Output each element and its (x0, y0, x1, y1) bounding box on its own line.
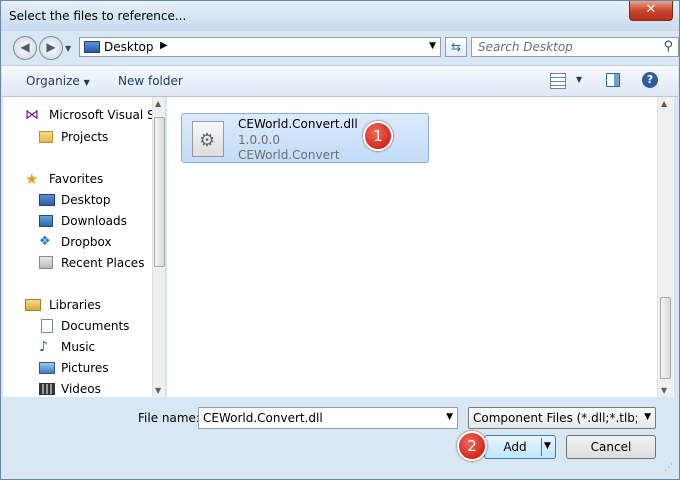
nav-item-label: Desktop (61, 193, 111, 207)
new-folder-button[interactable]: New folder (118, 74, 183, 88)
address-bar: ◀ ▶ ▼ Desktop ▶ ▼ ⇆ Search Desktop ⚲ (9, 35, 679, 61)
folder-icon (39, 131, 53, 143)
command-toolbar: Organize ▼ New folder ▼ ? (2, 65, 678, 97)
file-item-version: 1.0.0.0 (238, 133, 280, 147)
nav-item-label: Recent Places (61, 256, 145, 270)
file-name-input[interactable]: CEWorld.Convert.dll ▼ (198, 407, 458, 429)
desktop-icon (84, 41, 100, 53)
scrollbar-thumb[interactable] (154, 117, 165, 267)
nav-item-label: Pictures (61, 361, 109, 375)
file-name-value[interactable]: CEWorld.Convert.dll (203, 411, 323, 425)
title-bar: Select the files to reference... ✕ (1, 1, 679, 31)
dll-gear-icon: ⚙ (192, 121, 224, 157)
refresh-button[interactable]: ⇆ (445, 37, 467, 57)
nav-item-label: Dropbox (61, 235, 112, 249)
scrollbar-thumb[interactable] (660, 297, 671, 379)
scroll-down-icon[interactable]: ▼ (155, 386, 161, 395)
nav-item-label: Downloads (61, 214, 127, 228)
address-field[interactable]: Desktop ▶ ▼ (79, 37, 441, 57)
add-button[interactable]: Add ▼ (484, 435, 556, 459)
scroll-down-icon[interactable]: ▼ (661, 386, 667, 395)
documents-icon (41, 319, 53, 333)
pictures-icon (39, 362, 55, 374)
file-item-name: CEWorld.Convert.dll (238, 117, 358, 131)
window-title: Select the files to reference... (9, 9, 187, 23)
organize-button[interactable]: Organize ▼ (26, 74, 90, 88)
recent-locations-dropdown-icon[interactable]: ▼ (65, 44, 71, 53)
file-type-select[interactable]: Component Files (*.dll;*.tlb;*.ol ▼ (468, 407, 656, 429)
recent-places-icon (39, 256, 53, 269)
dropbox-icon: ❖ (39, 234, 51, 249)
arrow-right-icon: ▶ (46, 40, 56, 54)
nav-item-label: Documents (61, 319, 130, 333)
step-badge-1: 1 (363, 121, 393, 151)
file-list-scrollbar[interactable]: ▲ ▼ (657, 97, 674, 397)
scroll-up-icon[interactable]: ▲ (661, 99, 667, 108)
desktop-icon (39, 194, 55, 206)
chevron-down-icon[interactable]: ▼ (544, 441, 551, 451)
search-input[interactable]: Search Desktop ⚲ (471, 37, 679, 57)
organize-label: Organize (26, 74, 80, 88)
nav-item-label: Microsoft Visual St (49, 108, 160, 122)
navigation-scrollbar[interactable]: ▲ ▼ (152, 97, 165, 397)
step-badge-2: 2 (457, 431, 487, 461)
close-icon: ✕ (645, 2, 657, 17)
help-icon[interactable]: ? (642, 72, 658, 88)
chevron-down-icon[interactable]: ▼ (446, 412, 453, 422)
close-button[interactable]: ✕ (629, 1, 673, 21)
videos-icon (39, 383, 55, 395)
chevron-down-icon[interactable]: ▼ (576, 75, 582, 84)
arrow-left-icon: ◀ (20, 40, 30, 54)
nav-item-label: Music (61, 340, 96, 354)
nav-item-label: Videos (61, 382, 101, 396)
preview-pane-icon[interactable] (606, 73, 620, 87)
scroll-up-icon[interactable]: ▲ (155, 99, 161, 108)
file-list-pane: ⚙ CEWorld.Convert.dll 1.0.0.0 CEWorld.Co… (167, 97, 657, 397)
navigation-pane: ⋈ Microsoft Visual St Projects ★ Favorit… (3, 97, 166, 397)
music-icon: ♪ (39, 339, 48, 355)
chevron-right-icon[interactable]: ▶ (160, 40, 168, 51)
cancel-button[interactable]: Cancel (566, 435, 656, 459)
nav-item-label: Favorites (49, 172, 104, 186)
file-type-value: Component Files (*.dll;*.tlb;*.ol (473, 411, 637, 425)
file-name-label: File name: (138, 411, 200, 425)
chevron-down-icon: ▼ (83, 78, 90, 87)
address-location[interactable]: Desktop (104, 40, 154, 54)
downloads-icon (39, 215, 53, 227)
nav-item-label: Libraries (49, 298, 101, 312)
libraries-icon (25, 299, 41, 311)
file-dialog-window: Select the files to reference... ✕ ◀ ▶ ▼… (0, 0, 680, 480)
resize-grip-icon[interactable]: ⋰ (664, 463, 673, 473)
gear-icon: ⚙ (199, 130, 216, 151)
change-view-icon[interactable] (550, 73, 566, 89)
search-placeholder: Search Desktop (478, 40, 573, 54)
back-button[interactable]: ◀ (13, 36, 37, 60)
split-divider (541, 438, 542, 456)
visual-studio-icon: ⋈ (25, 107, 39, 123)
star-icon: ★ (25, 170, 39, 188)
search-icon[interactable]: ⚲ (663, 39, 673, 54)
add-button-label: Add (503, 440, 527, 454)
dialog-footer: File name: CEWorld.Convert.dll ▼ Compone… (2, 399, 678, 479)
chevron-down-icon[interactable]: ▼ (429, 41, 436, 51)
refresh-icon: ⇆ (450, 40, 462, 54)
file-item-description: CEWorld.Convert (238, 148, 340, 162)
nav-item-label: Projects (61, 130, 109, 144)
forward-button[interactable]: ▶ (39, 36, 63, 60)
chevron-down-icon[interactable]: ▼ (644, 412, 651, 422)
